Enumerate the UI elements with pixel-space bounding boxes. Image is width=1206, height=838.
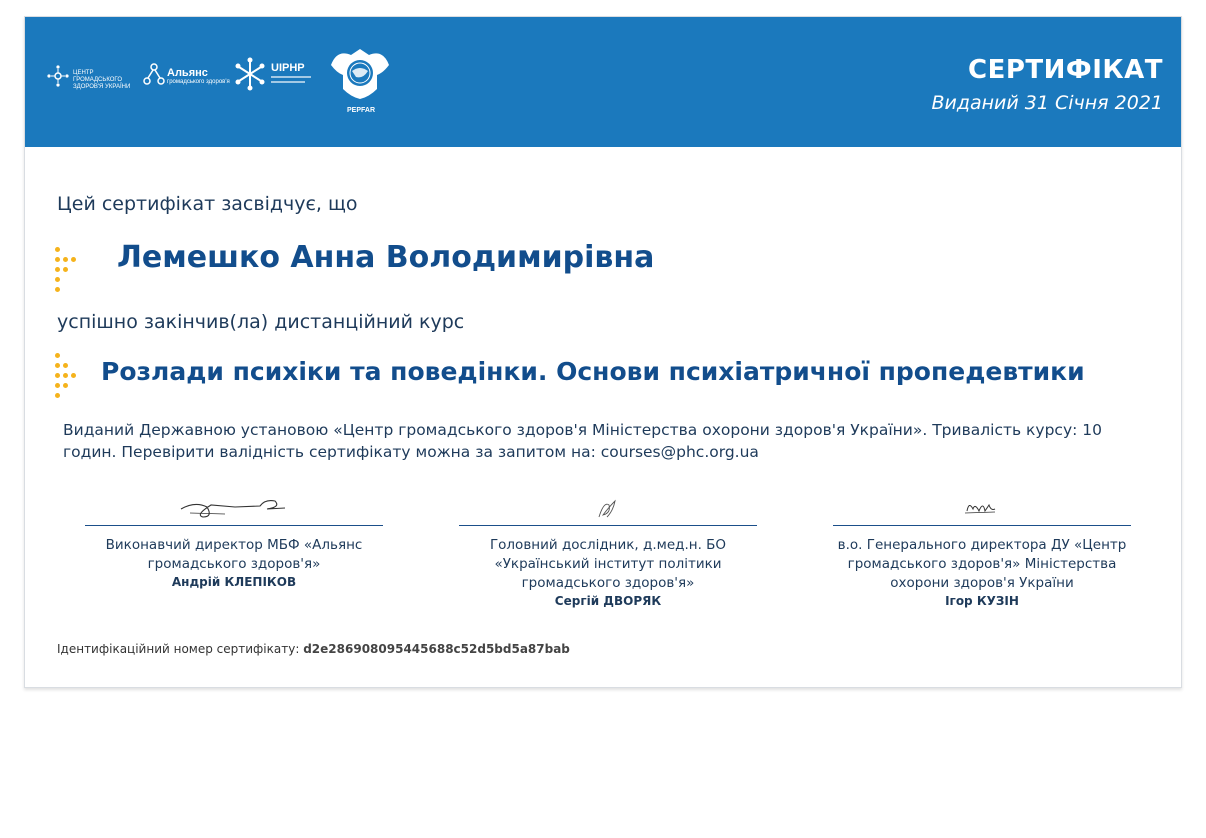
signature-scribble-1 xyxy=(85,487,383,525)
signature-block-2: Головний дослідник, д.мед.н. БО «Українс… xyxy=(459,487,757,610)
recipient-name: Лемешко Анна Володимирівна xyxy=(117,240,655,275)
signature-name-1: Андрій КЛЕПІКОВ xyxy=(171,575,297,589)
phc-logo: ЦЕНТР ГРОМАДСЬКОГО ЗДОРОВ'Я УКРАЇНИ xyxy=(47,65,130,92)
alliance-emblem-icon xyxy=(143,63,165,85)
signature-role-3: в.о. Генерального директора ДУ «Центр гр… xyxy=(837,537,1127,591)
intro-text: Цей сертифікат засвідчує, що xyxy=(57,193,358,215)
issued-by-text: Виданий Державною установою «Центр грома… xyxy=(63,421,1102,461)
completed-text: успішно закінчив(ла) дистанційний курс xyxy=(57,311,465,333)
certificate-id: Ідентифікаційний номер сертифікату: d2e2… xyxy=(57,642,570,656)
uiphp-logo-subline xyxy=(271,81,305,83)
phc-logo-text: ЦЕНТР ГРОМАДСЬКОГО ЗДОРОВ'Я УКРАЇНИ xyxy=(73,70,131,90)
alliance-logo-text: Альянс xyxy=(167,67,208,79)
alliance-logo-subtext: громадського здоров'я xyxy=(167,79,230,85)
signature-role-1: Виконавчий директор МБФ «Альянс громадсь… xyxy=(105,537,363,572)
signature-scribble-2 xyxy=(459,487,757,525)
uiphp-logo-subline xyxy=(271,76,311,78)
signature-scribble-3 xyxy=(833,487,1131,525)
signature-role-2: Головний дослідник, д.мед.н. БО «Українс… xyxy=(489,537,727,591)
uiphp-logo-text: UIPHP xyxy=(271,62,305,74)
signature-name-3: Ігор КУЗІН xyxy=(945,594,1019,608)
signature-block-3: в.о. Генерального директора ДУ «Центр гр… xyxy=(833,487,1131,610)
certificate-id-value: d2e286908095445688c52d5bd5a87bab xyxy=(303,642,570,656)
signature-line-1 xyxy=(85,525,383,526)
signature-block-1: Виконавчий директор МБФ «Альянс громадсь… xyxy=(85,487,383,591)
phc-emblem-icon xyxy=(47,65,69,87)
uiphp-logo: UIPHP xyxy=(233,57,311,96)
issue-date: Виданий 31 Січня 2021 xyxy=(931,92,1163,114)
uiphp-emblem-icon xyxy=(235,57,265,91)
signature-line-2 xyxy=(459,525,757,526)
certificate-title: СЕРТИФІКАТ xyxy=(968,55,1163,85)
pepfar-eagle-seal-icon xyxy=(331,49,389,99)
certificate-id-label: Ідентифікаційний номер сертифікату: xyxy=(57,642,300,656)
alliance-logo: Альянс громадського здоров'я xyxy=(143,63,230,92)
certificate: ЦЕНТР ГРОМАДСЬКОГО ЗДОРОВ'Я УКРАЇНИ Алья… xyxy=(24,16,1182,688)
header-banner: ЦЕНТР ГРОМАДСЬКОГО ЗДОРОВ'Я УКРАЇНИ Алья… xyxy=(25,17,1181,147)
pepfar-logo: PEPFAR xyxy=(325,45,395,114)
signature-line-3 xyxy=(833,525,1131,526)
course-name: Розлади психіки та поведінки. Основи пси… xyxy=(101,357,1085,386)
signature-name-2: Сергій ДВОРЯК xyxy=(554,594,662,608)
pepfar-logo-text: PEPFAR xyxy=(347,107,376,114)
